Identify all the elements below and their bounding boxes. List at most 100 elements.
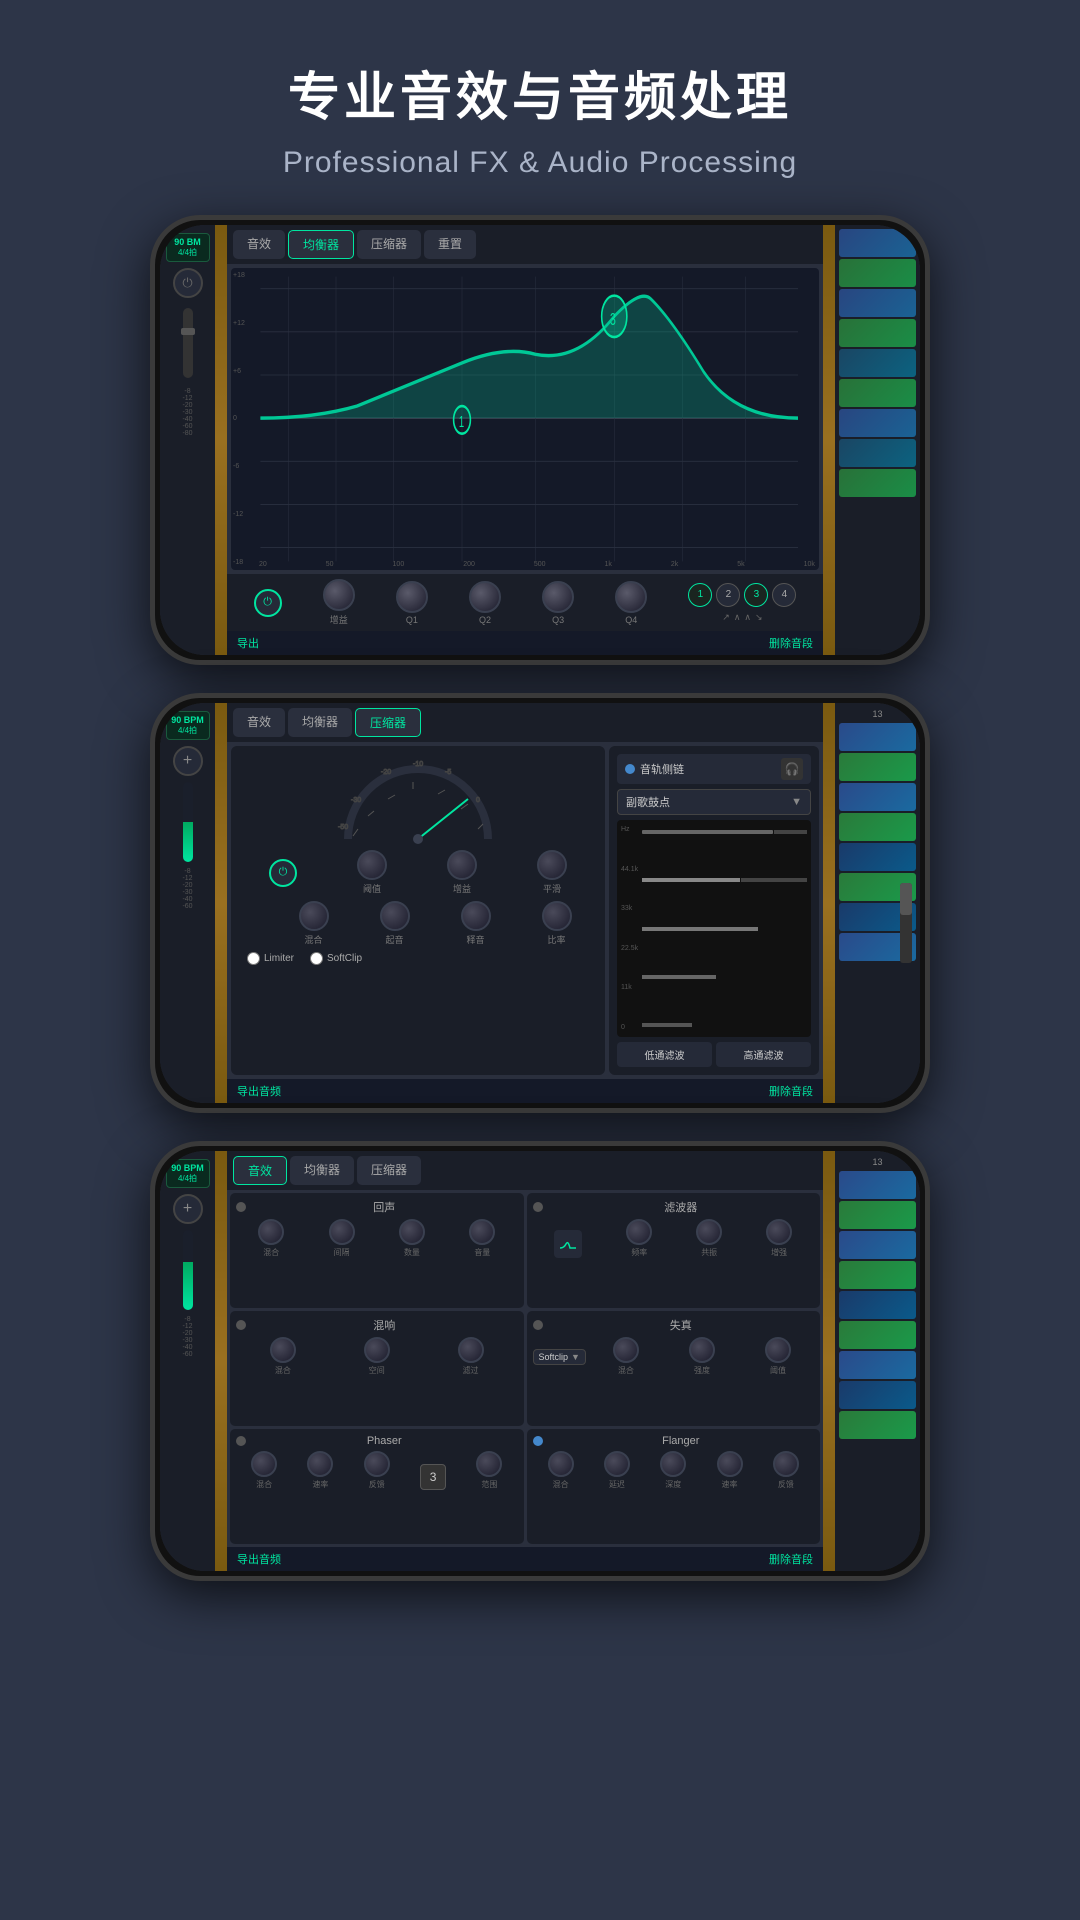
phaser-stages-display[interactable]: 3: [420, 1464, 446, 1490]
add-btn-3[interactable]: +: [173, 1194, 203, 1224]
tab-fx-2[interactable]: 音效: [233, 708, 285, 737]
q2-knob[interactable]: [469, 581, 501, 613]
eq-graph: +18+12+60-6-12-18: [231, 268, 819, 570]
comp-power-btn[interactable]: ⏻: [269, 859, 297, 887]
phaser-rate-knob[interactable]: [307, 1451, 333, 1477]
vol-slider-3[interactable]: [183, 1230, 193, 1310]
track-panel-1: [835, 225, 920, 655]
low-pass-btn[interactable]: 低通滤波: [617, 1042, 712, 1067]
svg-text:-5: -5: [445, 769, 451, 776]
phaser-mix-knob[interactable]: [251, 1451, 277, 1477]
power-button[interactable]: ⏻: [173, 268, 203, 298]
q3-knob[interactable]: [542, 581, 574, 613]
filter-freq-knob[interactable]: [626, 1219, 652, 1245]
tab-bar-3: 音效 均衡器 压缩器: [227, 1151, 823, 1190]
q2-knob-group: Q2: [469, 581, 501, 625]
echo-count-knob[interactable]: [399, 1219, 425, 1245]
eq-grid-lines: 1 3: [231, 268, 819, 570]
flanger-delay-knob[interactable]: [604, 1451, 630, 1477]
phone-3: 90 BPM 4/4拍 + -8-12-20-30-40-60 音效 均衡器 压…: [0, 1141, 1080, 1581]
fx-distortion-block: 失真 Softclip ▼ 混合: [527, 1311, 821, 1426]
headphone-icon[interactable]: 🎧: [781, 758, 803, 780]
attack-knob[interactable]: [380, 901, 410, 931]
title-en: Professional FX & Audio Processing: [20, 146, 1060, 180]
fx-flanger-block: Flanger 混合 延迟: [527, 1429, 821, 1544]
fx-filter-block: 滤波器 频率: [527, 1193, 821, 1308]
dist-thresh-knob[interactable]: [765, 1337, 791, 1363]
tab-fx[interactable]: 音效: [233, 230, 285, 259]
ratio-knob[interactable]: [542, 901, 572, 931]
export-btn-3[interactable]: 导出音频: [237, 1551, 281, 1567]
phaser-feedback-knob[interactable]: [364, 1451, 390, 1477]
fx-phaser-block: Phaser 混合 速率: [230, 1429, 524, 1544]
phaser-range-knob[interactable]: [476, 1451, 502, 1477]
gain-knob[interactable]: [323, 579, 355, 611]
add-track-btn[interactable]: +: [173, 746, 203, 776]
power-knob[interactable]: ⏻: [254, 589, 282, 617]
delete-btn-1[interactable]: 删除音段: [769, 635, 813, 651]
tab-comp[interactable]: 压缩器: [357, 230, 421, 259]
header: 专业音效与音频处理 Professional FX & Audio Proces…: [0, 0, 1080, 215]
echo-interval-knob[interactable]: [329, 1219, 355, 1245]
q1-knob-group: Q1: [396, 581, 428, 625]
echo-mix-knob[interactable]: [258, 1219, 284, 1245]
filter-shape-icon[interactable]: [554, 1230, 582, 1258]
dist-intensity-knob[interactable]: [689, 1337, 715, 1363]
svg-text:-30: -30: [351, 797, 361, 804]
phone-2: 90 BPM 4/4拍 + -8-12-20-30-40-60 音效 均衡器 压…: [0, 693, 1080, 1113]
bpm-display: 90 BM 4/4拍: [166, 233, 210, 262]
limiter-radio[interactable]: [247, 952, 260, 965]
flanger-mix-knob[interactable]: [548, 1451, 574, 1477]
sidebar-3: 90 BPM 4/4拍 + -8-12-20-30-40-60: [160, 1151, 215, 1571]
track-panel-3: 13: [835, 1151, 920, 1571]
reverb-filter-knob[interactable]: [458, 1337, 484, 1363]
bottom-bar-2: 导出音频 删除音段: [227, 1079, 823, 1103]
title-cn: 专业音效与音频处理: [20, 55, 1060, 130]
tab-reset[interactable]: 重置: [424, 230, 476, 259]
band-3-btn[interactable]: 3: [744, 583, 768, 607]
smooth-knob[interactable]: [537, 850, 567, 880]
sidebar-2: 90 BPM 4/4拍 + -8-12-20-30-40-60: [160, 703, 215, 1103]
high-pass-btn[interactable]: 高通滤波: [716, 1042, 811, 1067]
reverb-mix-knob[interactable]: [270, 1337, 296, 1363]
reverb-space-knob[interactable]: [364, 1337, 390, 1363]
sidechain-select[interactable]: 副歌鼓点 ▼: [617, 789, 811, 815]
tab-fx-3[interactable]: 音效: [233, 1156, 287, 1185]
echo-vol-knob[interactable]: [469, 1219, 495, 1245]
softclip-radio[interactable]: [310, 952, 323, 965]
tab-comp-3[interactable]: 压缩器: [357, 1156, 421, 1185]
volume-slider[interactable]: [183, 308, 193, 378]
filter-res-knob[interactable]: [696, 1219, 722, 1245]
flanger-feedback-knob[interactable]: [773, 1451, 799, 1477]
comp-main: 音效 均衡器 压缩器: [227, 703, 823, 1103]
mix-knob[interactable]: [299, 901, 329, 931]
tab-eq-2[interactable]: 均衡器: [288, 708, 352, 737]
band-4-btn[interactable]: 4: [772, 583, 796, 607]
delete-btn-3[interactable]: 删除音段: [769, 1551, 813, 1567]
band-2-btn[interactable]: 2: [716, 583, 740, 607]
tab-comp-2[interactable]: 压缩器: [355, 708, 421, 737]
export-btn-2[interactable]: 导出音频: [237, 1083, 281, 1099]
gain-comp-knob[interactable]: [447, 850, 477, 880]
tab-eq-3[interactable]: 均衡器: [290, 1156, 354, 1185]
freq-visualizer: Hz 44.1k 33k 22.5k 11k 0: [617, 820, 811, 1037]
distortion-type-dropdown[interactable]: Softclip ▼: [533, 1349, 586, 1365]
q1-knob[interactable]: [396, 581, 428, 613]
release-knob[interactable]: [461, 901, 491, 931]
export-btn-1[interactable]: 导出: [237, 635, 259, 651]
bottom-bar-3: 导出音频 删除音段: [227, 1547, 823, 1571]
threshold-knob[interactable]: [357, 850, 387, 880]
band-1-btn[interactable]: 1: [688, 583, 712, 607]
filter-boost-knob[interactable]: [766, 1219, 792, 1245]
flanger-depth-knob[interactable]: [660, 1451, 686, 1477]
flanger-rate-knob[interactable]: [717, 1451, 743, 1477]
delete-btn-2[interactable]: 删除音段: [769, 1083, 813, 1099]
q4-knob[interactable]: [615, 581, 647, 613]
dist-mix-knob[interactable]: [613, 1337, 639, 1363]
eq-main: 音效 均衡器 压缩器 重置 +18+12+60-6-12-18: [227, 225, 823, 655]
volume-meter-2: [183, 782, 193, 862]
tab-bar: 音效 均衡器 压缩器 重置: [227, 225, 823, 264]
svg-text:-20: -20: [381, 769, 391, 776]
comp-arc-meter: -50 -30 -20 -10 -5 0: [333, 754, 503, 844]
tab-eq[interactable]: 均衡器: [288, 230, 354, 259]
